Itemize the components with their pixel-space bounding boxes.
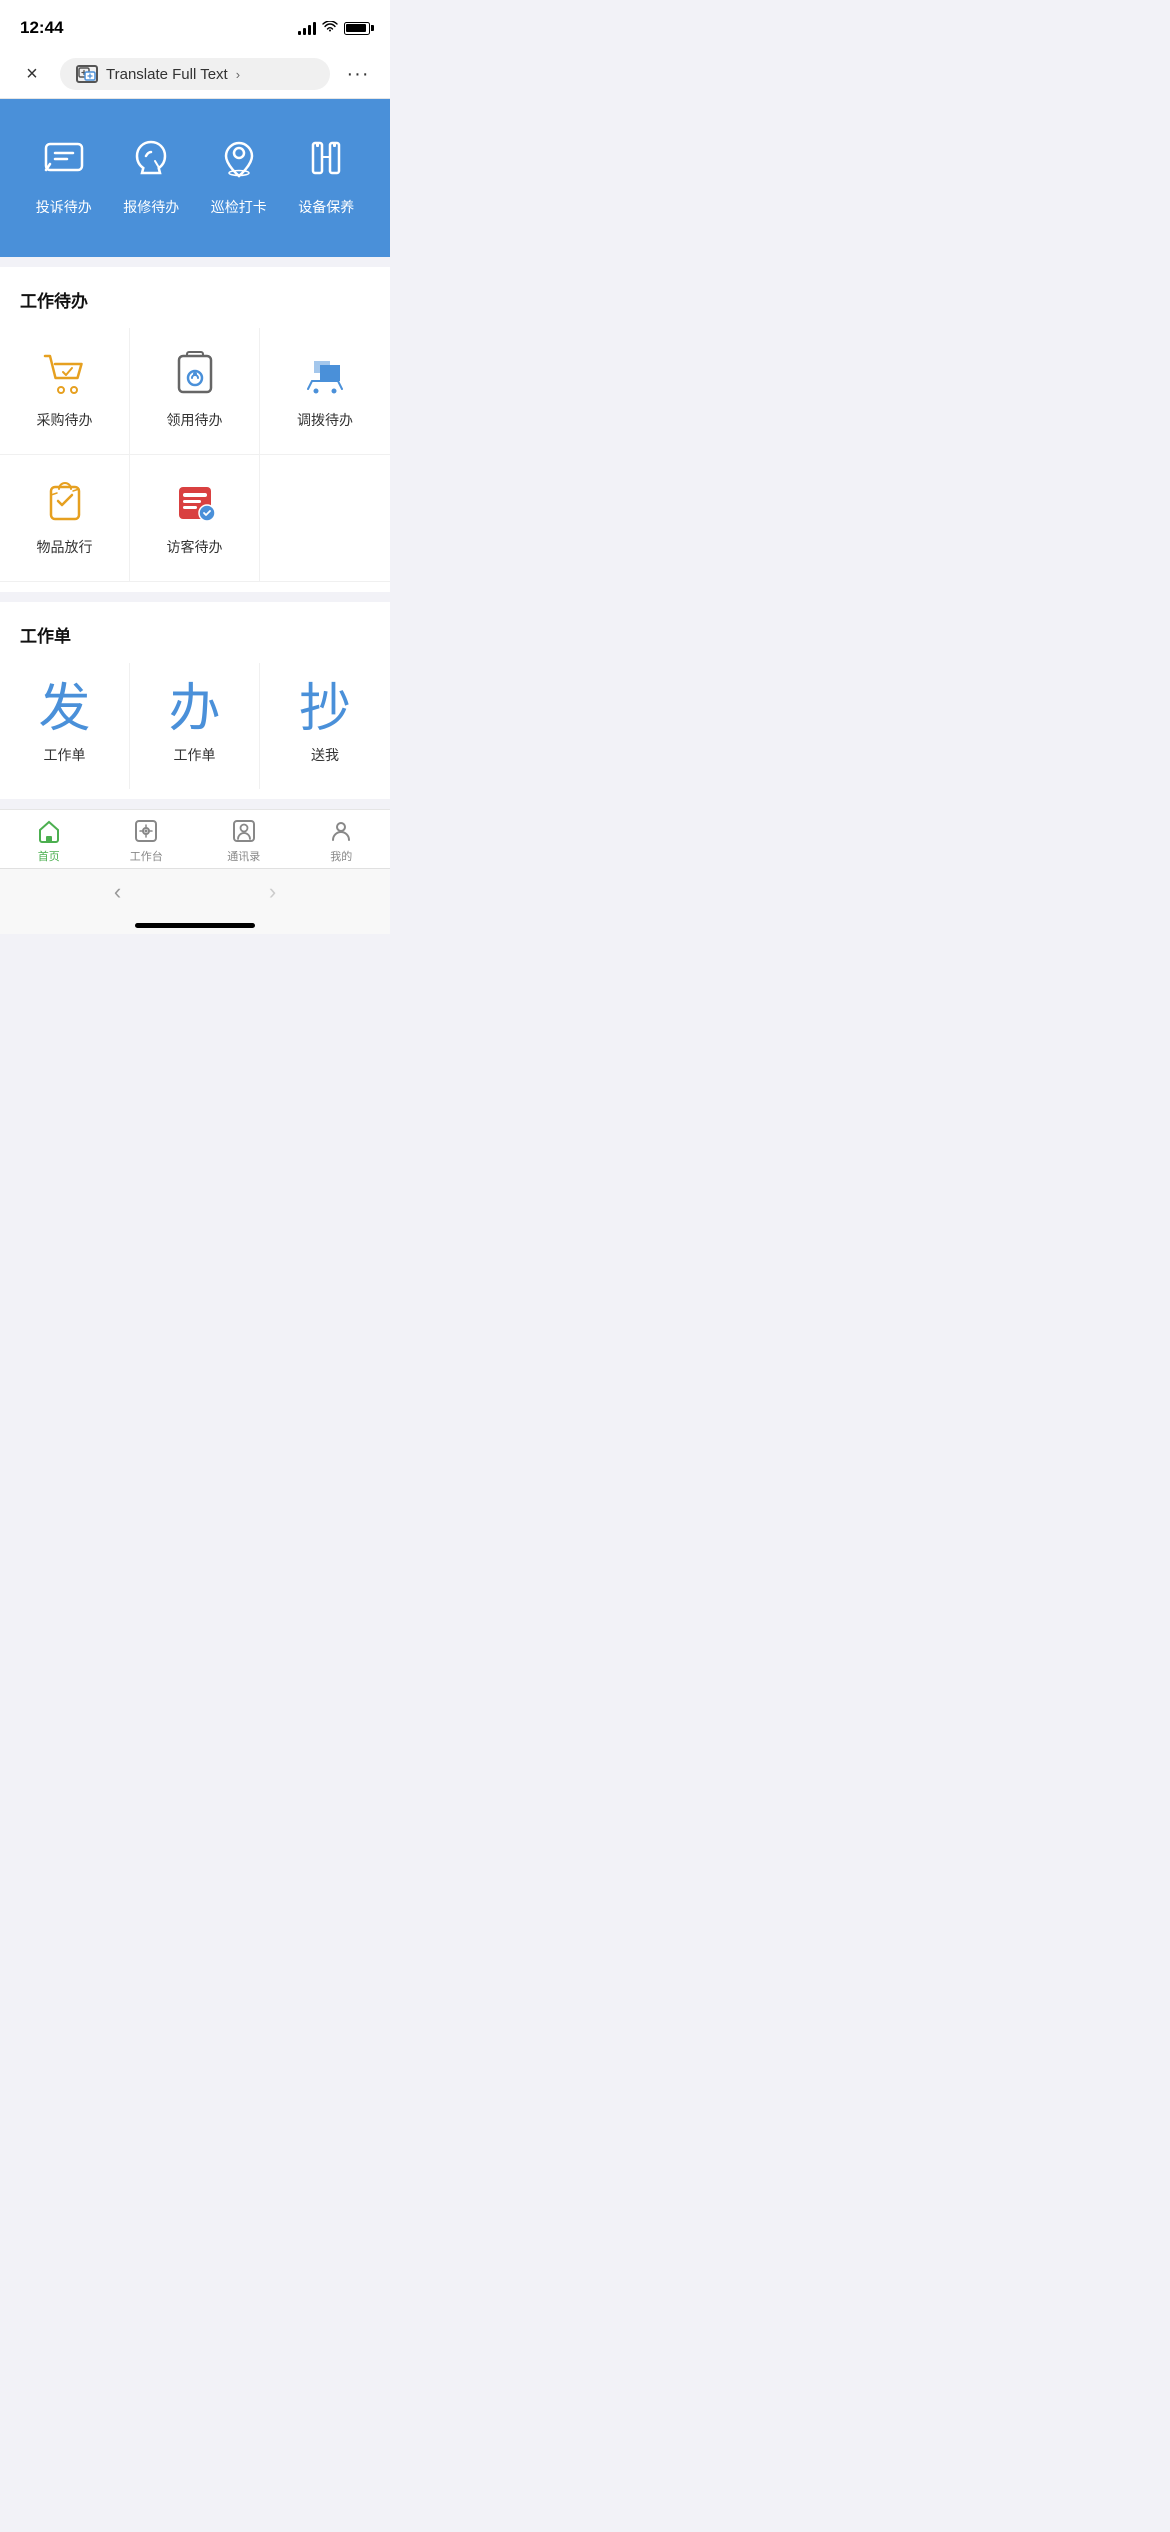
battery-icon	[344, 22, 370, 35]
browser-nav: ‹ ›	[0, 868, 390, 915]
nav-home-label: 首页	[38, 848, 60, 864]
bottom-nav: 首页 工作台 通讯录 我的	[0, 809, 390, 868]
release-item[interactable]: 物品放行	[0, 455, 130, 582]
translate-icon	[76, 65, 98, 83]
purchase-item[interactable]: 采购待办	[0, 328, 130, 455]
nav-workbench-label: 工作台	[130, 848, 163, 864]
work-todo-title: 工作待办	[0, 287, 390, 328]
transfer-item[interactable]: 调拨待办	[260, 328, 390, 455]
empty-cell	[260, 455, 390, 582]
workbench-nav-icon	[133, 818, 159, 844]
wifi-icon	[322, 20, 338, 36]
patrol-label: 巡检打卡	[211, 197, 267, 217]
browser-bar: × Translate Full Text › ···	[0, 50, 390, 99]
transfer-label: 调拨待办	[297, 410, 353, 430]
purchase-icon	[39, 348, 91, 400]
complaint-label: 投诉待办	[36, 197, 92, 217]
status-icons	[298, 20, 371, 36]
status-time: 12:44	[20, 18, 63, 38]
nav-home[interactable]: 首页	[0, 818, 98, 864]
nav-mine[interactable]: 我的	[293, 818, 391, 864]
home-nav-icon	[36, 818, 62, 844]
claim-item[interactable]: 领用待办	[130, 328, 260, 455]
claim-label: 领用待办	[167, 410, 223, 430]
nav-mine-label: 我的	[330, 848, 352, 864]
patrol-icon	[210, 129, 268, 187]
home-indicator	[0, 915, 390, 934]
work-todo-grid: 采购待办 领用待办	[0, 328, 390, 582]
maintenance-label: 设备保养	[298, 197, 354, 217]
maintenance-icon	[297, 129, 355, 187]
repair-icon	[122, 129, 180, 187]
send-work-order[interactable]: 发 工作单	[0, 663, 130, 789]
handle-char: 办	[168, 683, 220, 735]
copy-work-order[interactable]: 抄 送我	[260, 663, 390, 789]
handle-label: 工作单	[174, 745, 216, 765]
mine-nav-icon	[328, 818, 354, 844]
visitor-label: 访客待办	[167, 537, 223, 557]
work-order-grid: 发 工作单 办 工作单 抄 送我	[0, 663, 390, 789]
signal-icon	[298, 21, 317, 35]
work-todo-section: 工作待办 采购待办	[0, 267, 390, 592]
nav-contacts-label: 通讯录	[227, 848, 260, 864]
release-label: 物品放行	[37, 537, 93, 557]
send-char: 发	[38, 683, 90, 735]
release-icon	[39, 475, 91, 527]
complaint-icon	[35, 129, 93, 187]
visitor-item[interactable]: 访客待办	[130, 455, 260, 582]
forward-button[interactable]: ›	[253, 879, 293, 905]
maintenance-item[interactable]: 设备保养	[297, 129, 355, 217]
visitor-icon	[169, 475, 221, 527]
patrol-item[interactable]: 巡检打卡	[210, 129, 268, 217]
claim-icon	[169, 348, 221, 400]
translate-label: Translate Full Text	[106, 66, 228, 83]
nav-workbench[interactable]: 工作台	[98, 818, 196, 864]
address-chevron: ›	[236, 67, 240, 82]
handle-work-order[interactable]: 办 工作单	[130, 663, 260, 789]
quick-icons: 投诉待办 报修待办 巡检打卡	[0, 119, 390, 227]
work-order-section: 工作单 发 工作单 办 工作单 抄 送我	[0, 602, 390, 799]
blue-header: 投诉待办 报修待办 巡检打卡	[0, 99, 390, 257]
nav-contacts[interactable]: 通讯录	[195, 818, 293, 864]
copy-label: 送我	[311, 745, 339, 765]
complaint-item[interactable]: 投诉待办	[35, 129, 93, 217]
transfer-icon	[299, 348, 351, 400]
purchase-label: 采购待办	[37, 410, 93, 430]
send-label: 工作单	[44, 745, 86, 765]
more-button[interactable]: ···	[342, 63, 374, 86]
copy-char: 抄	[299, 683, 351, 735]
contacts-nav-icon	[231, 818, 257, 844]
repair-label: 报修待办	[123, 197, 179, 217]
home-bar	[135, 923, 255, 928]
repair-item[interactable]: 报修待办	[122, 129, 180, 217]
status-bar: 12:44	[0, 0, 390, 50]
close-button[interactable]: ×	[16, 58, 48, 90]
back-button[interactable]: ‹	[98, 879, 138, 905]
address-bar[interactable]: Translate Full Text ›	[60, 58, 330, 90]
work-order-title: 工作单	[0, 622, 390, 663]
